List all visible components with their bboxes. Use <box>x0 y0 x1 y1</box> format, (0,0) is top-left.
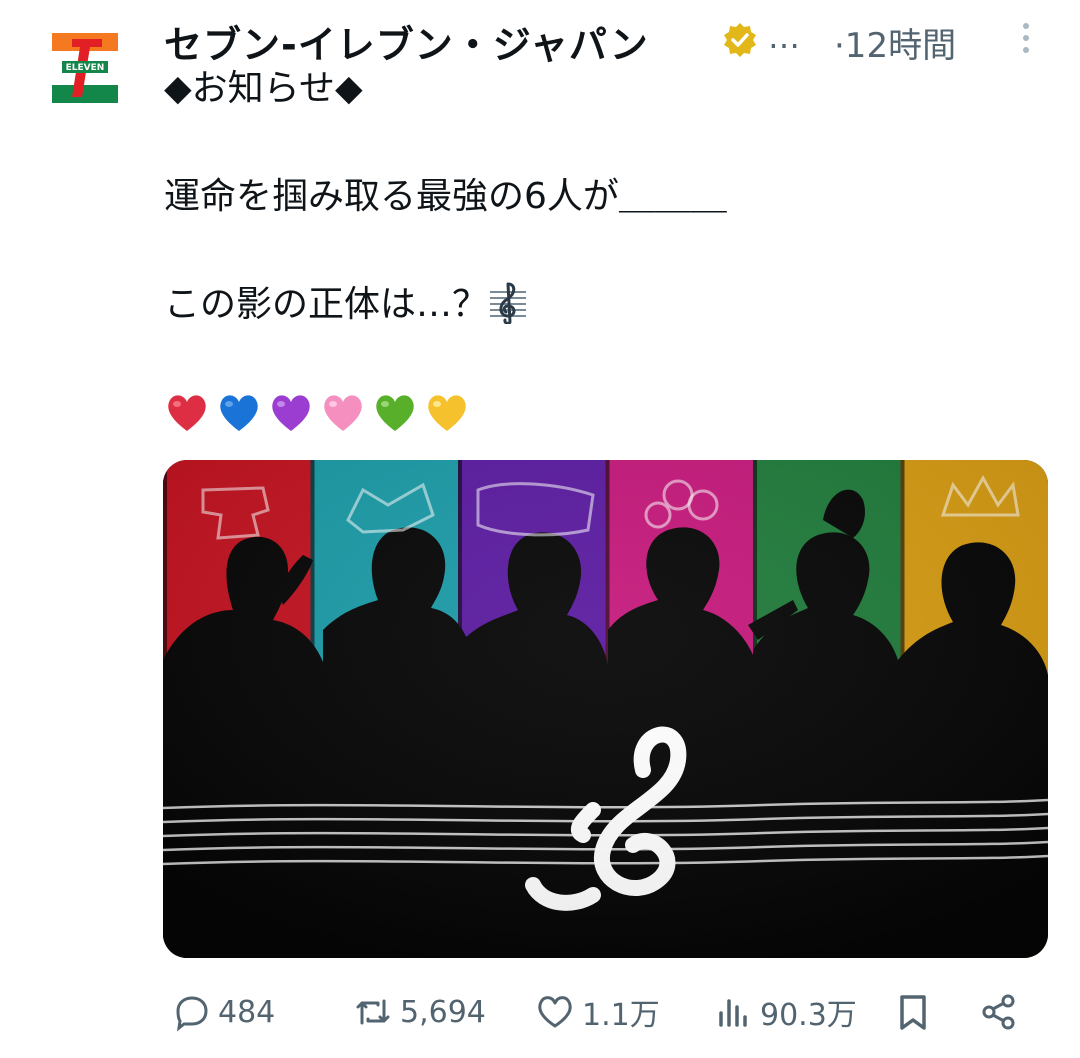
musical-score-icon <box>490 282 527 324</box>
display-name[interactable]: セブン‐イレブン・ジャパン <box>164 14 649 69</box>
silhouette-illustration <box>163 460 1048 958</box>
green-heart-icon <box>376 395 414 431</box>
tweet-text: ◆お知らせ◆ 運命を掴み取る最強の6人が＿＿＿ この影の正体は…？ <box>164 62 1044 440</box>
repost-count: 5,694 <box>400 994 486 1030</box>
heart-outline-icon <box>538 996 572 1028</box>
red-heart-icon <box>168 395 206 431</box>
reply-icon <box>176 996 208 1032</box>
views-chart-icon <box>719 999 747 1027</box>
avatar[interactable]: ELEVEN <box>52 33 118 103</box>
bookmark-button[interactable] <box>892 986 940 1038</box>
yellow-heart-icon <box>428 395 466 431</box>
action-bar: 484 5,694 1.1万 90.3万 <box>164 986 1044 1038</box>
reply-button[interactable]: 484 <box>170 986 275 1038</box>
hearts-row <box>164 386 1044 440</box>
purple-heart-icon <box>272 395 310 431</box>
tweet-line-shadow: この影の正体は…？ <box>164 278 1044 332</box>
like-button[interactable]: 1.1万 <box>534 986 660 1038</box>
svg-text:ELEVEN: ELEVEN <box>66 63 105 73</box>
tweet-line-fate: 運命を掴み取る最強の6人が＿＿＿ <box>164 176 727 217</box>
seven-eleven-logo-icon: ELEVEN <box>52 33 118 103</box>
handle-ellipsis[interactable]: … <box>768 18 800 56</box>
like-count: 1.1万 <box>582 998 660 1033</box>
share-button[interactable] <box>978 986 1026 1038</box>
tweet-media-image[interactable] <box>163 460 1048 958</box>
verified-badge-icon[interactable] <box>722 22 758 58</box>
timestamp[interactable]: ·12時間 <box>834 18 956 67</box>
repost-button[interactable]: 5,694 <box>352 986 486 1038</box>
repost-icon <box>356 999 390 1025</box>
reply-count: 484 <box>218 994 276 1030</box>
views-button[interactable]: 90.3万 <box>712 986 857 1038</box>
more-options-icon[interactable] <box>1014 18 1038 58</box>
blue-heart-icon <box>220 395 258 431</box>
tweet-line-shadow-text: この影の正体は…？ <box>164 284 489 325</box>
tweet-line-notice: ◆お知らせ◆ <box>164 68 363 109</box>
bookmark-icon <box>900 995 926 1030</box>
views-count: 90.3万 <box>760 998 857 1033</box>
share-icon <box>982 994 1015 1030</box>
pink-heart-icon <box>324 395 362 431</box>
tweet-header: セブン‐イレブン・ジャパン … ·12時間 <box>164 8 1064 67</box>
